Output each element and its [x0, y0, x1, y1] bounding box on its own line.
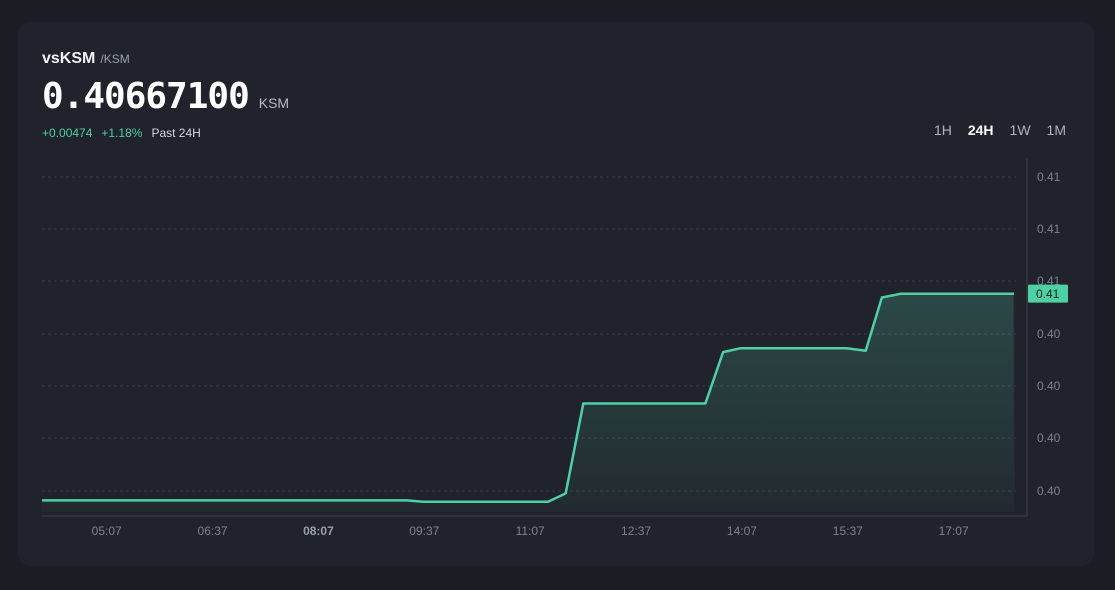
- x-tick-label: 11:07: [516, 524, 545, 538]
- price-chart: 05:07 06:37 08:07 09:37 11:07 12:37 14:07 15:37…: [42, 158, 1068, 538]
- x-axis-ticks: 05:07 06:37 08:07 09:37 11:07 12:37 14:07 15:37…: [92, 524, 969, 538]
- x-tick-label: 15:37: [833, 524, 863, 538]
- y-tick-label: 0.40: [1037, 431, 1061, 445]
- y-axis-ticks: 0.41 0.41 0.41 0.40 0.40 0.40 0.40: [1037, 170, 1061, 498]
- series-area-fill: [42, 293, 1014, 512]
- x-tick-label: 06:37: [198, 524, 228, 538]
- x-tick-label: 08:07: [303, 524, 334, 538]
- current-value-marker: 0.41: [1028, 284, 1068, 303]
- current-value-label: 0.41: [1036, 287, 1060, 301]
- x-tick-label: 17:07: [939, 524, 969, 538]
- y-tick-label: 0.41: [1037, 222, 1061, 236]
- x-tick-label: 09:37: [409, 524, 439, 538]
- y-tick-label: 0.40: [1037, 379, 1061, 393]
- y-tick-label: 0.40: [1037, 327, 1061, 341]
- y-tick-label: 0.41: [1037, 170, 1061, 184]
- y-tick-label: 0.40: [1037, 484, 1061, 498]
- area-fill-layer: [42, 292, 1015, 512]
- x-tick-label: 05:07: [92, 524, 122, 538]
- x-tick-label: 14:07: [727, 524, 757, 538]
- x-tick-label: 12:37: [621, 524, 651, 538]
